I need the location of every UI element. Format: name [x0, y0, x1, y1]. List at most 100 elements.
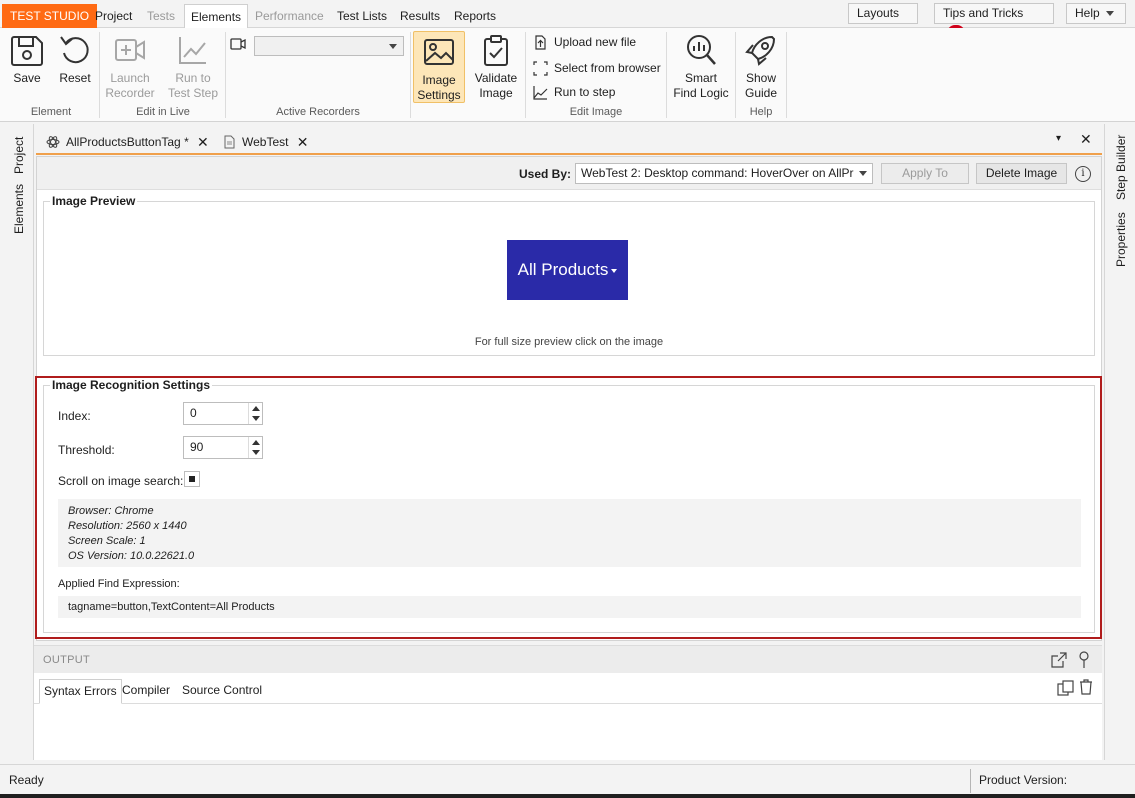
output-body [34, 704, 1102, 760]
close-icon[interactable]: ✕ [297, 130, 309, 154]
group-help-label: Help [749, 106, 773, 118]
help-label: Help [1075, 6, 1100, 20]
undo-icon [60, 36, 89, 64]
tab-source-control[interactable]: Source Control [178, 679, 266, 704]
tab-tests[interactable]: Tests [141, 4, 181, 28]
info-icon[interactable]: i [1075, 166, 1091, 182]
popout-icon[interactable] [1051, 652, 1067, 668]
close-icon[interactable]: ✕ [197, 130, 209, 154]
output-tabs: Syntax Errors Compiler Source Control [34, 673, 1102, 704]
chevron-down-icon [1105, 11, 1114, 17]
brand-label[interactable]: TEST STUDIO [2, 4, 98, 28]
status-bar: Ready Product Version: 2023.2.801.1 [0, 764, 1135, 798]
validate-image-button[interactable]: Validate Image [472, 33, 520, 101]
output-title: OUTPUT [43, 654, 91, 666]
status-text: Ready [9, 773, 44, 787]
tab-reports[interactable]: Reports [448, 4, 502, 28]
close-all-icon[interactable]: ✕ [1080, 131, 1092, 148]
image-preview-group: Image Preview All Products For full size… [43, 194, 1095, 356]
element-icon [46, 136, 60, 148]
image-settings-button[interactable]: Image Settings [413, 31, 465, 103]
run-to-step-label: Run to step [554, 85, 616, 99]
help-dropdown[interactable]: Help [1066, 3, 1126, 24]
chevron-down-icon [389, 44, 397, 49]
upload-file-icon [535, 35, 546, 50]
pin-icon[interactable] [1078, 651, 1090, 669]
group-edit-image-label: Edit Image [569, 106, 623, 118]
ribbon-divider [786, 32, 787, 118]
group-edit-in-live-label: Edit in Live [136, 106, 190, 118]
tab-project[interactable]: Project [89, 4, 138, 28]
caret-down-icon [611, 268, 618, 273]
side-tab-elements[interactable]: Elements [12, 184, 26, 234]
doc-tab-label: AllProductsButtonTag * [66, 135, 189, 149]
group-element-label: Element [30, 106, 72, 118]
doc-tab-webtest[interactable]: WebTest ✕ [214, 130, 308, 154]
launch-recorder-button[interactable]: Launch Recorder [104, 33, 156, 101]
recorder-icon [230, 38, 246, 50]
save-label: Save [13, 71, 41, 85]
search-analytics-icon [687, 35, 716, 65]
reset-button[interactable]: Reset [56, 33, 94, 86]
tab-results[interactable]: Results [394, 4, 446, 28]
left-side-panel: Project Elements [0, 124, 34, 760]
tab-list-icon[interactable]: ▾ [1056, 133, 1061, 144]
save-button[interactable]: Save [8, 33, 46, 86]
copy-icon[interactable] [1057, 680, 1075, 696]
tab-test-lists[interactable]: Test Lists [331, 4, 393, 28]
trend-icon [533, 86, 548, 100]
run-to-test-step-button[interactable]: Run to Test Step [164, 33, 222, 101]
smart-find-logic-label: Smart Find Logic [673, 71, 729, 100]
image-preview-legend: Image Preview [50, 194, 138, 208]
clipboard-check-icon [484, 35, 508, 66]
settings-highlight-frame [35, 376, 1102, 639]
doc-tab-allproductsbuttontag[interactable]: AllProductsButtonTag * ✕ [38, 130, 209, 154]
show-guide-button[interactable]: Show Guide [740, 33, 782, 101]
rocket-icon [745, 35, 776, 66]
layouts-dropdown[interactable]: Layouts [848, 3, 918, 36]
run-to-step-button[interactable]: Run to step [533, 84, 615, 100]
save-icon [11, 36, 43, 66]
chevron-down-icon [859, 171, 867, 176]
video-add-icon [115, 39, 145, 61]
product-version: Product Version: 2023.2.801.1 [970, 769, 1135, 798]
used-by-select[interactable]: WebTest 2: Desktop command: HoverOver on… [575, 163, 873, 184]
used-by-label: Used By: [519, 167, 572, 181]
ribbon-divider [666, 32, 667, 118]
trash-icon[interactable] [1079, 679, 1093, 695]
tab-elements[interactable]: Elements [184, 4, 249, 29]
preview-hint: For full size preview click on the image [474, 336, 664, 348]
upload-new-file-button[interactable]: Upload new file [533, 34, 636, 50]
upload-new-file-label: Upload new file [554, 35, 637, 49]
active-recorders-select[interactable] [254, 36, 404, 56]
doc-tab-label: WebTest [242, 135, 289, 149]
delete-image-button[interactable]: Delete Image [976, 163, 1067, 184]
document-icon [224, 135, 235, 149]
layouts-label: Layouts [857, 6, 900, 20]
tab-compiler[interactable]: Compiler [118, 679, 174, 704]
validate-image-label: Validate Image [474, 71, 518, 100]
run-to-test-step-label: Run to Test Step [167, 71, 219, 100]
tab-performance[interactable]: Performance [249, 4, 330, 28]
preview-image[interactable]: All Products [507, 240, 628, 300]
tips-and-tricks-button[interactable]: Tips and Tricks16 [934, 3, 1054, 41]
side-tab-properties[interactable]: Properties [1114, 212, 1128, 267]
launch-recorder-label: Launch Recorder [105, 71, 155, 100]
side-tab-step-builder[interactable]: Step Builder [1114, 135, 1128, 200]
apply-to-button[interactable]: Apply To [881, 163, 969, 184]
select-region-icon [533, 61, 548, 76]
image-settings-label: Image Settings [417, 73, 461, 102]
taskbar-edge [0, 794, 1135, 798]
smart-find-logic-button[interactable]: Smart Find Logic [672, 33, 730, 101]
menu-bar: TEST STUDIO Project Tests Elements Perfo… [0, 0, 1135, 41]
select-from-browser-button[interactable]: Select from browser [533, 60, 661, 76]
side-tab-project[interactable]: Project [12, 137, 26, 174]
select-from-browser-label: Select from browser [554, 61, 661, 75]
used-by-value: WebTest 2: Desktop command: HoverOver on… [581, 166, 854, 180]
tab-syntax-errors[interactable]: Syntax Errors [39, 679, 122, 704]
image-icon [424, 39, 454, 65]
right-side-panel: Step Builder Properties [1104, 124, 1135, 760]
used-by-row: Used By: WebTest 2: Desktop command: Hov… [37, 157, 1101, 190]
chart-line-icon [179, 37, 206, 64]
group-active-recorders-label: Active Recorders [276, 106, 360, 118]
